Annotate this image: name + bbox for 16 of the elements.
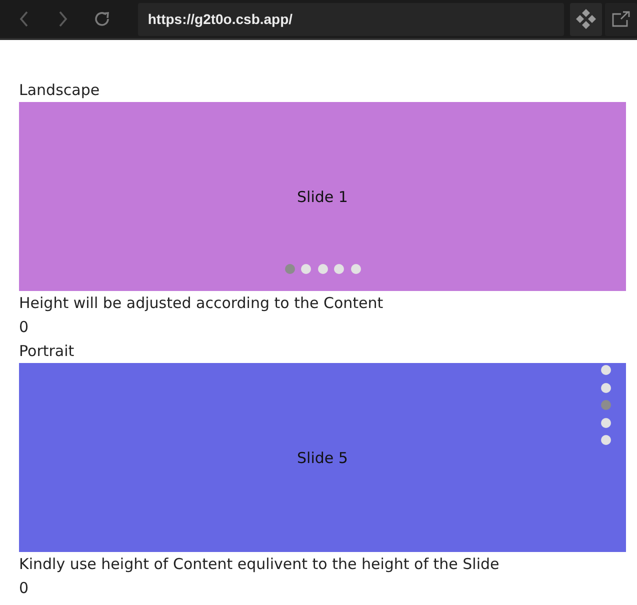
four-diamonds-icon [576,9,596,29]
section-heading: Landscape [19,80,100,101]
counter-value: 0 [19,317,29,338]
open-in-new-window-button[interactable] [605,2,637,36]
back-icon [18,11,29,27]
extension-button[interactable] [570,2,602,36]
counter-value: 0 [19,578,29,599]
forward-icon [58,11,68,27]
slide-label: Slide 5 [297,448,348,468]
section-heading: Portrait [19,341,74,362]
address-bar[interactable]: https://g2t0o.csb.app/ [138,2,564,36]
external-link-icon [612,11,630,27]
reload-icon [92,10,111,28]
slide-label: Slide 1 [297,186,348,208]
note-text: Height will be adjusted according to the Content [19,293,384,314]
note-text: Kindly use height of Content equlivent to the height of the Slide [19,554,500,575]
